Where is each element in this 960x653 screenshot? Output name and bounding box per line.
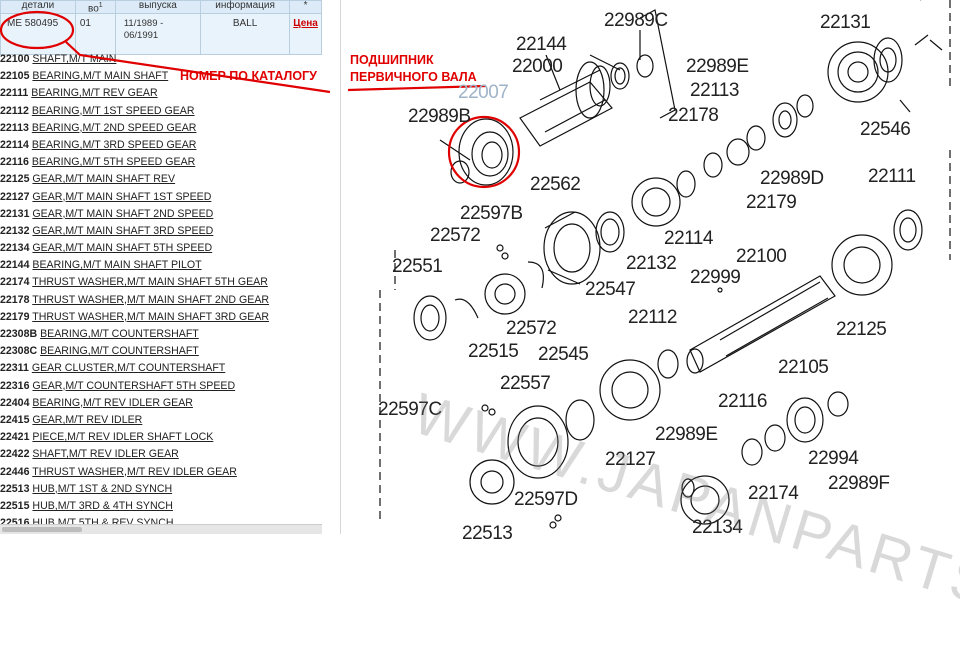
- callout-22131: 22131: [820, 12, 871, 33]
- callout-22547: 22547: [585, 279, 636, 300]
- callout-22557: 22557: [500, 373, 551, 394]
- callout-22989F: 22989F: [828, 473, 890, 494]
- callout-22144: 22144: [516, 34, 567, 55]
- annotation-catalog-number: НОМЕР ПО КАТАЛОГУ: [180, 69, 317, 83]
- callout-22989B: 22989B: [408, 106, 471, 127]
- callout-22513: 22513: [462, 523, 513, 544]
- callout-22572-top: 22572: [430, 225, 481, 246]
- callout-22994: 22994: [808, 448, 859, 469]
- callout-22112: 22112: [628, 307, 677, 328]
- callout-22989E-top: 22989E: [686, 56, 749, 77]
- annotation-bearing-line1: ПОДШИПНИК: [350, 53, 434, 67]
- callout-22515: 22515: [468, 341, 519, 362]
- callout-22546: 22546: [860, 119, 911, 140]
- callout-22007: 22007: [458, 82, 509, 103]
- callout-22114: 22114: [664, 228, 713, 249]
- callout-22989E-bot: 22989E: [655, 424, 718, 445]
- callout-22597B: 22597B: [460, 203, 523, 224]
- callout-22100: 22100: [736, 246, 787, 267]
- callout-22179: 22179: [746, 192, 797, 213]
- callout-22572-bot: 22572: [506, 318, 557, 339]
- callout-22551: 22551: [392, 256, 443, 277]
- callout-22545: 22545: [538, 344, 589, 365]
- callout-22178: 22178: [668, 105, 719, 126]
- callout-22999: 22999: [690, 267, 741, 288]
- callout-22989D: 22989D: [760, 168, 824, 189]
- callout-22132: 22132: [626, 253, 677, 274]
- callout-22105: 22105: [778, 357, 829, 378]
- callout-22111: 22111: [868, 166, 916, 187]
- annotation-bearing-line2: ПЕРВИЧНОГО ВАЛА: [350, 70, 477, 84]
- callout-22116: 22116: [718, 391, 767, 412]
- callout-22989C: 22989C: [604, 10, 668, 31]
- callout-22562: 22562: [530, 174, 581, 195]
- callout-22113: 22113: [690, 80, 739, 101]
- callout-22125: 22125: [836, 319, 887, 340]
- callout-22000: 22000: [512, 56, 563, 77]
